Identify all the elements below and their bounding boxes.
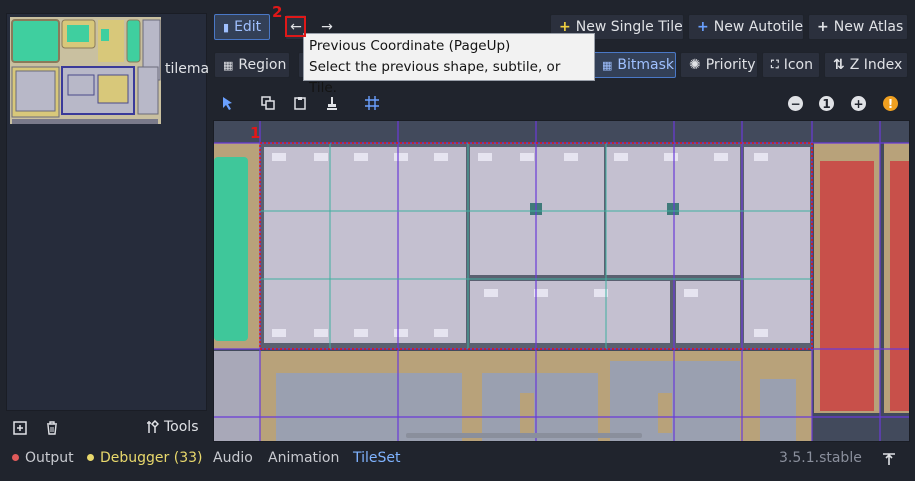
version-label: 3.5.1.stable (779, 450, 862, 466)
plus-icon: + (853, 96, 864, 111)
output-tab[interactable]: Output (12, 450, 74, 466)
tab-icon-label: Icon (783, 57, 813, 73)
icon-tab-icon: ⛶ (771, 58, 779, 71)
new-atlas-label: New Atlas (833, 19, 904, 35)
bottom-panel-bar: Output Debugger (33) Audio Animation Til… (0, 445, 915, 475)
tileset-canvas[interactable] (213, 120, 910, 442)
tab-bitmask-label: Bitmask (617, 57, 675, 73)
output-tab-label: Output (25, 450, 74, 466)
expand-panel-button[interactable] (882, 452, 896, 470)
tileset-tab-label: TileSet (353, 450, 401, 466)
plus-icon: + (697, 19, 709, 35)
zoom-reset-button[interactable]: 1 (819, 96, 834, 111)
tools-label: Tools (164, 419, 199, 435)
tab-z-index[interactable]: ⇅ Z Index (824, 52, 908, 78)
help-button[interactable]: ! (883, 96, 898, 111)
region-icon: ▦ (223, 58, 234, 72)
z-index-icon: ⇅ (833, 57, 845, 73)
paste-icon (294, 97, 306, 110)
bitmask-icon: ▦ (602, 58, 613, 72)
tab-region-label: Region (238, 57, 287, 73)
info-icon: ! (887, 96, 894, 111)
debugger-tab[interactable]: Debugger (33) (87, 450, 202, 466)
highlight-box (285, 16, 306, 37)
paste-bitmask-button[interactable] (289, 92, 311, 114)
tab-bitmask[interactable]: ▦ Bitmask (593, 52, 676, 78)
tab-region[interactable]: ▦ Region (214, 52, 290, 78)
tileset-tab[interactable]: TileSet (353, 450, 401, 466)
animation-tab-label: Animation (268, 450, 340, 466)
tileset-thumbnail[interactable] (10, 17, 161, 124)
tab-icon[interactable]: ⛶ Icon (762, 52, 820, 78)
copy-icon (261, 96, 275, 110)
minus-icon: − (790, 96, 801, 111)
tileset-name-label: tilema (165, 61, 210, 77)
tooltip: Previous Coordinate (PageUp) Select the … (303, 33, 595, 96)
tile-list-footer: Tools (6, 414, 207, 442)
expand-icon (883, 453, 895, 465)
output-status-dot (12, 453, 19, 461)
marker-two: 2 (272, 3, 283, 21)
cursor-icon (223, 97, 232, 110)
priority-icon: ✺ (689, 57, 701, 73)
animation-tab[interactable]: Animation (268, 450, 339, 466)
tooltip-description: Select the previous shape, subtile, or T… (309, 59, 561, 96)
add-texture-button[interactable] (8, 416, 32, 440)
debugger-status-dot (87, 453, 94, 461)
trash-icon (47, 421, 57, 435)
zoom-out-button[interactable]: − (788, 96, 803, 111)
marker-one: 1 (250, 124, 261, 142)
debugger-tab-label: Debugger (33) (100, 450, 203, 466)
tools-menu-button[interactable]: Tools (146, 419, 199, 435)
tooltip-title: Previous Coordinate (PageUp) (309, 38, 511, 54)
audio-tab[interactable]: Audio (213, 450, 253, 466)
tab-z-index-label: Z Index (849, 57, 903, 73)
tileset-thumbnail-image (10, 17, 161, 124)
tab-priority[interactable]: ✺ Priority (680, 52, 758, 78)
tools-icon (147, 420, 159, 433)
one-icon: 1 (822, 96, 831, 111)
audio-tab-label: Audio (213, 450, 253, 466)
copy-bitmask-button[interactable] (257, 92, 279, 114)
tab-priority-label: Priority (705, 57, 756, 73)
edit-button[interactable]: ▮ Edit (214, 14, 270, 40)
tileset-texture (214, 121, 909, 441)
add-icon (13, 421, 27, 435)
new-atlas-button[interactable]: + New Atlas (808, 14, 908, 40)
tile-list-panel: tilema (6, 13, 210, 411)
edit-label: Edit (234, 19, 262, 35)
remove-texture-button[interactable] (40, 416, 64, 440)
plus-icon: + (817, 19, 829, 35)
pencil-icon: ▮ (223, 20, 230, 34)
new-autotile-button[interactable]: + New Autotile (688, 14, 804, 40)
zoom-in-button[interactable]: + (851, 96, 866, 111)
select-tool[interactable] (217, 92, 239, 114)
new-autotile-label: New Autotile (713, 19, 804, 35)
